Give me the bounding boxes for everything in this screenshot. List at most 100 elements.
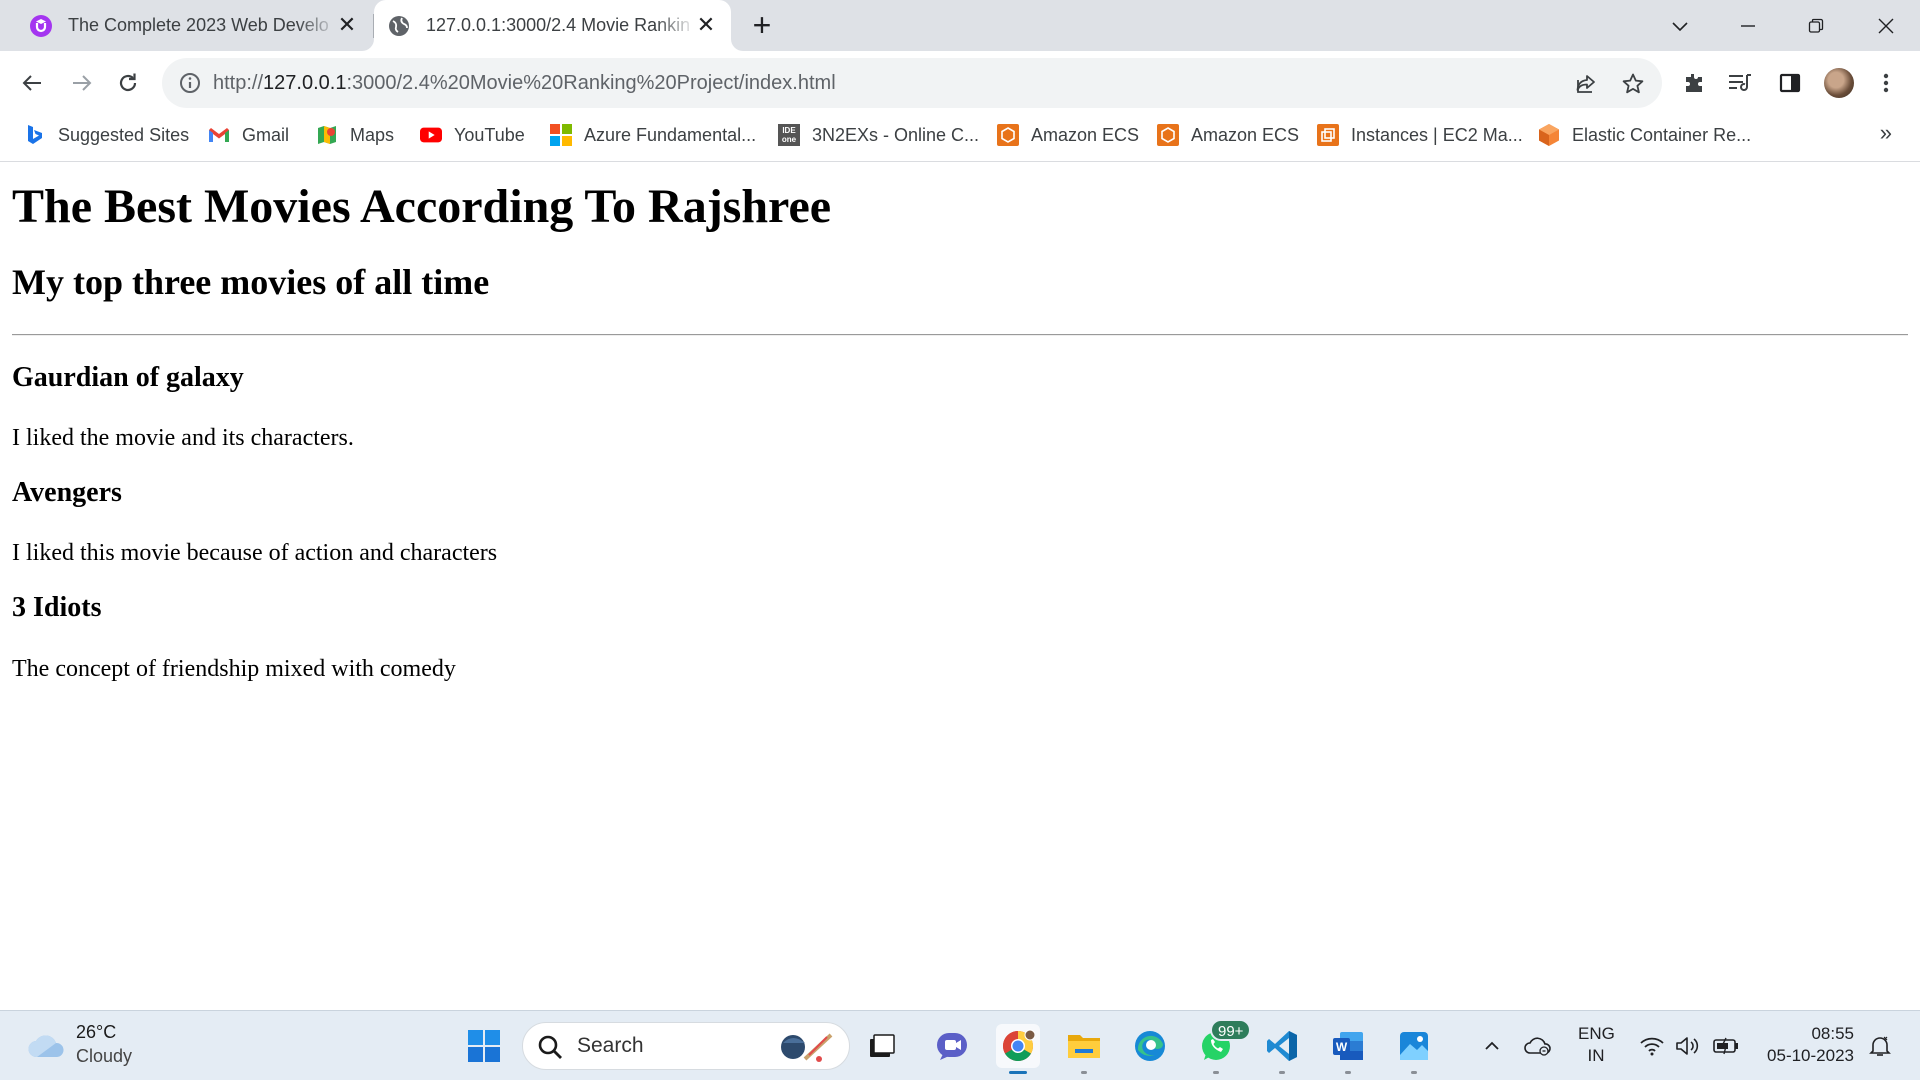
word-button[interactable]: W	[1326, 1024, 1370, 1074]
wifi-icon[interactable]	[1636, 1011, 1668, 1080]
onedrive-cloud-icon	[1524, 1037, 1551, 1056]
bookmark-label: 3N2EXs - Online C...	[812, 124, 980, 145]
extensions-icon[interactable]	[1678, 67, 1710, 99]
battery-icon[interactable]	[1708, 1011, 1744, 1080]
bookmark-label: Elastic Container Re...	[1572, 124, 1752, 145]
tab-search-icon[interactable]	[1650, 0, 1710, 51]
udemy-icon	[30, 14, 52, 37]
close-tab-icon[interactable]: ✕	[336, 12, 358, 37]
bookmark-maps[interactable]: Maps	[316, 114, 394, 156]
vscode-icon	[1267, 1031, 1297, 1061]
teams-chat-button[interactable]	[930, 1024, 974, 1068]
bookmark-suggested-sites[interactable]: Suggested Sites	[24, 114, 189, 156]
photos-icon	[1400, 1032, 1428, 1060]
back-button[interactable]	[12, 63, 52, 103]
maps-icon	[316, 124, 338, 146]
more-menu-icon[interactable]	[1870, 67, 1902, 99]
bookmark-amazon-ecs[interactable]: Amazon ECS	[997, 114, 1139, 156]
onedrive-button[interactable]	[1522, 1011, 1554, 1080]
taskbar-search[interactable]: Search	[522, 1022, 850, 1070]
folder-icon	[1068, 1035, 1100, 1058]
new-tab-button[interactable]: +	[746, 9, 778, 42]
movie-title: Gaurdian of galaxy	[12, 362, 244, 393]
bookmark-gmail[interactable]: Gmail	[208, 114, 289, 156]
clock-date: 05-10-2023	[1767, 1046, 1854, 1065]
bookmark-amazon-ecs-2[interactable]: Amazon ECS	[1157, 114, 1299, 156]
bookmark-ec2-instances[interactable]: Instances | EC2 Ma...	[1317, 114, 1523, 156]
close-tab-icon[interactable]: ✕	[695, 12, 717, 37]
gmail-icon	[208, 124, 230, 146]
whatsapp-notification-badge: 99+	[1210, 1019, 1252, 1041]
weather-temperature[interactable]: 26°C	[76, 1022, 116, 1043]
bookmark-azure-fundamentals[interactable]: Azure Fundamental...	[550, 114, 756, 156]
minimize-icon[interactable]	[1718, 0, 1778, 51]
search-label: Search	[577, 1034, 644, 1057]
tab-title: 127.0.0.1:3000/2.4 Movie Rankin	[426, 15, 691, 35]
task-view-button[interactable]	[860, 1024, 904, 1068]
site-info-icon[interactable]	[178, 71, 202, 95]
bookmark-label: Instances | EC2 Ma...	[1351, 124, 1523, 145]
globe-icon	[388, 15, 410, 37]
taskbar-clock[interactable]: 08:55 05-10-2023	[1758, 1023, 1854, 1067]
youtube-icon	[420, 124, 442, 146]
close-window-icon[interactable]	[1856, 0, 1916, 51]
search-icon	[538, 1035, 562, 1059]
forward-button[interactable]	[62, 63, 102, 103]
url-text[interactable]: http://127.0.0.1:3000/2.4%20Movie%20Rank…	[213, 58, 836, 108]
show-hidden-icons-button[interactable]	[1478, 1011, 1506, 1080]
address-bar[interactable]: http://127.0.0.1:3000/2.4%20Movie%20Rank…	[162, 58, 1662, 108]
tab-title: The Complete 2023 Web Develo	[68, 15, 329, 35]
clock-time: 08:55	[1811, 1024, 1854, 1043]
svg-text:W: W	[1336, 1040, 1348, 1054]
profile-avatar[interactable]	[1824, 68, 1854, 98]
notifications-icon[interactable]	[1864, 1011, 1896, 1080]
cloud-icon[interactable]	[28, 1033, 66, 1059]
bookmark-label: Amazon ECS	[1191, 124, 1300, 145]
tab-movie-ranking[interactable]: 127.0.0.1:3000/2.4 Movie Rankin ✕	[374, 0, 731, 51]
bookmark-youtube[interactable]: YouTube	[420, 114, 525, 156]
tab-web-development[interactable]: The Complete 2023 Web Develo ✕	[20, 0, 374, 51]
bookmark-star-icon[interactable]	[1619, 70, 1647, 98]
bookmarks-overflow-button[interactable]: »	[1880, 120, 1892, 146]
chrome-button[interactable]	[996, 1024, 1040, 1074]
aws-ecs-icon	[997, 124, 1019, 146]
chat-icon	[937, 1033, 967, 1060]
browser-toolbar: http://127.0.0.1:3000/2.4%20Movie%20Rank…	[0, 51, 1920, 114]
bing-icon	[24, 124, 46, 146]
chrome-icon	[1002, 1029, 1035, 1062]
start-button[interactable]	[462, 1024, 506, 1068]
vscode-button[interactable]	[1260, 1024, 1304, 1074]
media-controls-icon[interactable]	[1724, 67, 1756, 99]
aws-ec2-icon	[1317, 124, 1339, 146]
side-panel-icon[interactable]	[1774, 67, 1806, 99]
horizontal-rule	[12, 334, 1908, 336]
movie-comment: I liked the movie and its characters.	[12, 425, 354, 451]
language-indicator[interactable]: ENG IN	[1578, 1023, 1615, 1067]
search-highlight-icon	[781, 1033, 833, 1062]
ideone-icon: IDE one	[778, 124, 800, 146]
word-icon: W	[1333, 1032, 1363, 1060]
bookmark-label: Gmail	[242, 124, 290, 145]
microsoft-icon	[550, 124, 572, 146]
weather-condition[interactable]: Cloudy	[76, 1046, 132, 1067]
reload-button[interactable]	[108, 63, 148, 103]
bookmark-label: Amazon ECS	[1031, 124, 1140, 145]
movie-title: 3 Idiots	[12, 592, 102, 623]
photos-button[interactable]	[1392, 1024, 1436, 1074]
restore-icon[interactable]	[1786, 0, 1846, 51]
aws-ecr-icon	[1538, 124, 1560, 146]
edge-button[interactable]	[1128, 1024, 1172, 1068]
bookmark-ecr[interactable]: Elastic Container Re...	[1538, 114, 1751, 156]
bookmark-ideone[interactable]: IDE one 3N2EXs - Online C...	[778, 114, 979, 156]
chevron-up-icon	[1485, 1041, 1499, 1050]
bookmark-label: YouTube	[454, 124, 525, 145]
share-icon[interactable]	[1572, 70, 1600, 98]
page-title: The Best Movies According To Rajshree	[12, 180, 832, 233]
windows-start-icon	[468, 1030, 500, 1062]
volume-icon[interactable]	[1672, 1011, 1704, 1080]
web-page: The Best Movies According To Rajshree My…	[0, 163, 1920, 1010]
movie-comment: The concept of friendship mixed with com…	[12, 656, 456, 682]
task-view-icon	[870, 1034, 895, 1057]
aws-ecs-icon	[1157, 124, 1179, 146]
file-explorer-button[interactable]	[1062, 1024, 1106, 1074]
